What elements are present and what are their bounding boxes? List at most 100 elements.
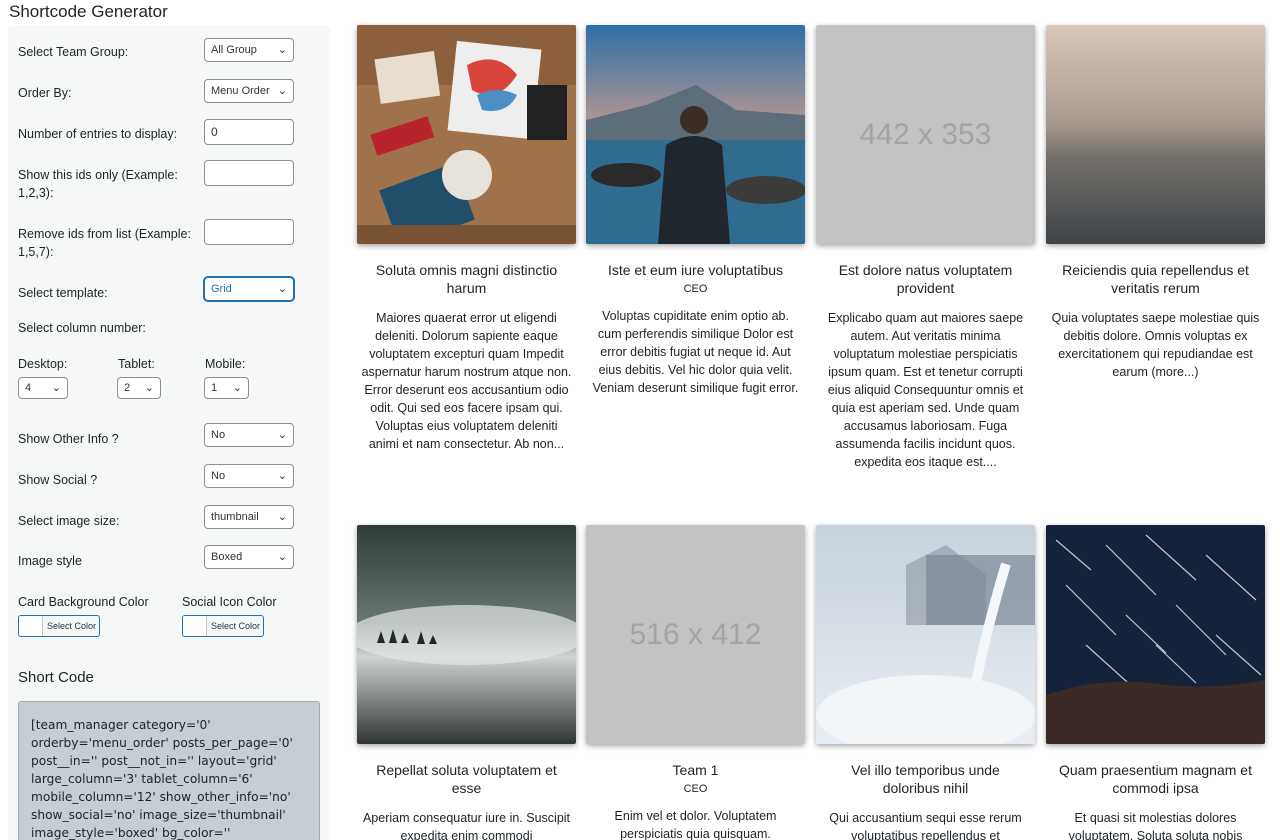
member-photo [816,525,1035,744]
image-size-value: thumbnail [211,511,259,523]
select-color-label: Select Color [47,621,97,631]
entries-label: Number of entries to display: [18,127,178,141]
desktop-column-select[interactable]: 4 ⌄ [18,377,68,399]
social-value: No [211,470,226,482]
shortcode-line: show_social='no' image_size='thumbnail' [31,808,286,822]
image-style-label: Image style [18,554,82,568]
chevron-down-icon: ⌄ [51,382,61,394]
placeholder-image: 442 x 353 [816,25,1035,244]
remove-ids-input[interactable] [204,219,294,245]
image-style-select[interactable]: Boxed ⌄ [204,545,294,569]
member-name: Iste et eum iure voluptatibus [607,262,784,278]
sea-fog-photo-image [1046,25,1265,244]
remove-ids-label: Remove ids from list (Example: 1,5,7): [18,227,191,259]
desktop-value: 4 [25,382,32,394]
member-photo [1046,525,1265,744]
image-size-label: Select image size: [18,514,120,528]
member-photo [357,25,576,244]
color-swatch [183,616,207,636]
member-photo [1046,25,1265,244]
member-bio: Explicabo quam aut maiores saepe autem. … [827,311,1024,469]
image-style-value: Boxed [211,551,243,563]
shortcode-line: large_column='3' tablet_column='6' [31,772,253,786]
team-card: Quam praesentium magnam et commodi ipsa … [1046,525,1265,840]
settings-panel: Select Team Group: All Group ⌄ Order By:… [8,26,330,840]
member-bio: Maiores quaerat error ut eligendi deleni… [361,311,572,451]
shortcode-title: Short Code [18,669,94,686]
member-bio: Enim vel et dolor. Voluptatem perspiciat… [614,809,777,840]
member-name: Team 1 [672,762,719,778]
desktop-label: Desktop: [18,357,68,371]
shortcode-line: [team_manager category='0' [31,718,211,732]
image-size-select[interactable]: thumbnail ⌄ [204,505,294,529]
order-by-label: Order By: [18,86,72,100]
page-title: Shortcode Generator [9,2,168,21]
team-card: 442 x 353 Est dolore natus voluptatem pr… [816,25,1035,471]
chevron-down-icon: ⌄ [144,382,154,394]
member-bio: Qui accusantium sequi esse rerum volupta… [829,811,1022,840]
frost-plant-photo-image [816,525,1035,744]
star-trails-photo-image [1046,525,1265,744]
other-info-select[interactable]: No ⌄ [204,423,294,447]
member-bio: Voluptas cupiditate enim optio ab. cum p… [592,309,799,395]
team-card: Soluta omnis magni distinctio harum Maio… [357,25,576,453]
color-swatch [19,616,43,636]
mobile-value: 1 [211,382,218,394]
member-bio: Aperiam consequatur iure in. Suscipit ex… [362,811,571,840]
select-color-label: Select Color [211,621,261,631]
show-ids-input[interactable] [204,160,294,186]
social-icon-color-button[interactable]: Select Color [182,615,264,637]
team-group-select[interactable]: All Group ⌄ [204,38,294,62]
team-card: Reiciendis quia repellendus et veritatis… [1046,25,1265,381]
member-photo [586,25,805,244]
template-select[interactable]: Grid ⌄ [204,277,294,301]
social-select[interactable]: No ⌄ [204,464,294,488]
chevron-down-icon: ⌄ [277,429,287,441]
lake-man-photo-image [586,25,805,244]
member-role: CEO [683,283,708,295]
social-icon-color-label: Social Icon Color [182,595,277,609]
member-role: CEO [683,783,708,795]
order-by-select[interactable]: Menu Order ⌄ [204,79,294,103]
entries-input[interactable]: 0 [204,119,294,145]
desk-photo-image [357,25,576,244]
team-card: Vel illo temporibus unde doloribus nihil… [816,525,1035,840]
placeholder-image: 516 x 412 [586,525,805,744]
team-card: 516 x 412 Team 1 CEO Enim vel et dolor. … [586,525,805,840]
member-photo: 442 x 353 [816,25,1035,244]
shortcode-line: post__in='' post__not_in='' layout='grid… [31,754,277,768]
mobile-column-select[interactable]: 1 ⌄ [204,377,249,399]
tablet-value: 2 [124,382,131,394]
shortcode-line: mobile_column='12' show_other_info='no' [31,790,291,804]
card-bg-color-button[interactable]: Select Color [18,615,100,637]
member-name: Repellat soluta voluptatem et esse [376,762,557,796]
member-name: Soluta omnis magni distinctio harum [375,262,558,296]
chevron-down-icon: ⌄ [277,551,287,563]
chevron-down-icon: ⌄ [277,470,287,482]
member-name: Vel illo temporibus unde doloribus nihil [851,762,1000,796]
tablet-column-select[interactable]: 2 ⌄ [117,377,161,399]
team-card: Repellat soluta voluptatem et esse Aperi… [357,525,576,840]
chevron-down-icon: ⌄ [277,283,287,295]
chevron-down-icon: ⌄ [277,85,287,97]
member-photo: 516 x 412 [586,525,805,744]
member-photo [357,525,576,744]
chevron-down-icon: ⌄ [232,382,242,394]
team-group-value: All Group [211,44,257,56]
member-name: Est dolore natus voluptatem provident [838,262,1013,296]
chevron-down-icon: ⌄ [277,44,287,56]
mobile-label: Mobile: [205,357,246,371]
member-bio: Quia voluptates saepe molestiae quis deb… [1051,311,1260,379]
misty-forest-photo-image [357,525,576,744]
card-bg-color-label: Card Background Color [18,595,149,609]
shortcode-textarea[interactable]: [team_manager category='0' orderby='menu… [18,701,320,840]
member-name: Reiciendis quia repellendus et veritatis… [1062,262,1249,296]
shortcode-line: image_style='boxed' bg_color='' social_c… [31,826,231,840]
team-card: Iste et eum iure voluptatibus CEO Volupt… [586,25,805,397]
team-group-label: Select Team Group: [18,45,129,59]
chevron-down-icon: ⌄ [277,511,287,523]
tablet-label: Tablet: [118,357,155,371]
member-name: Quam praesentium magnam et commodi ipsa [1059,762,1252,796]
show-ids-label: Show this ids only (Example: 1,2,3): [18,168,178,200]
template-label: Select template: [18,286,108,300]
